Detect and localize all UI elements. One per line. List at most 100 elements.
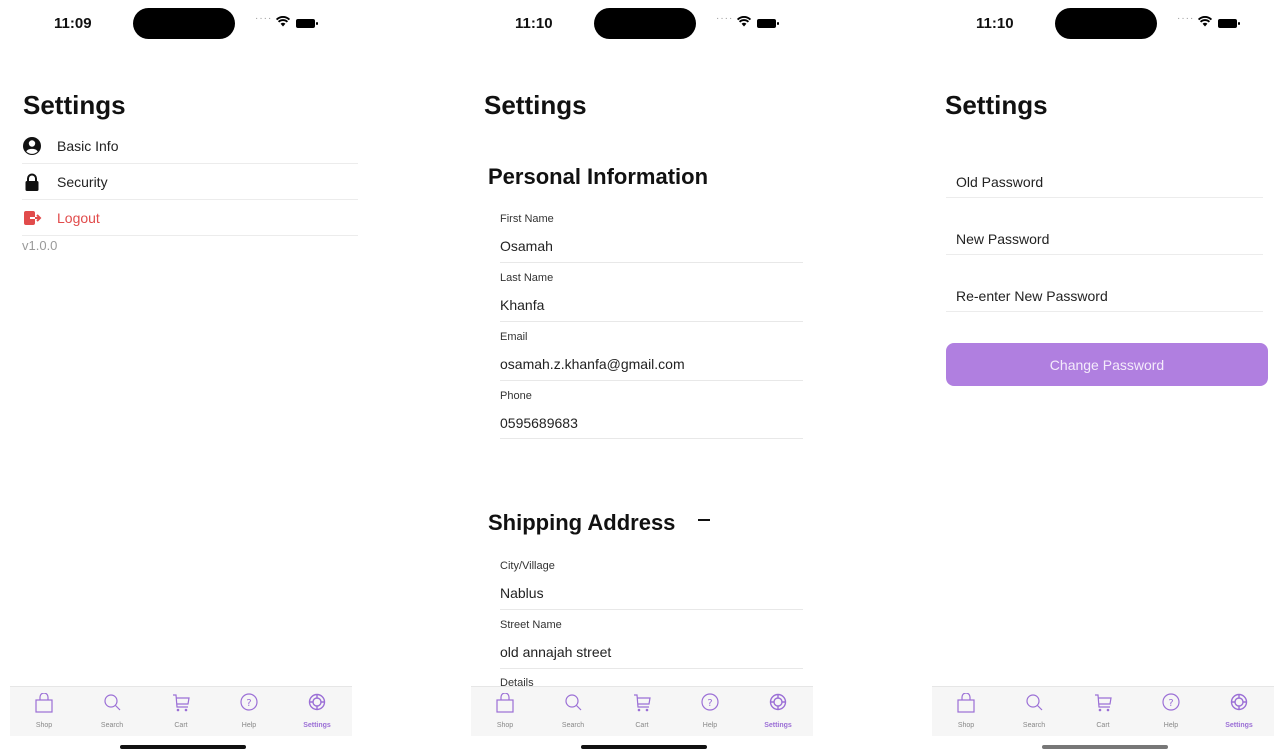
phone-field[interactable]: 0595689683 [500,415,578,431]
home-indicator[interactable] [1042,745,1168,749]
status-time: 11:10 [515,15,553,32]
tab-settings[interactable]: Settings [1209,691,1269,733]
cart-icon [634,694,651,712]
signal-icon: ···· [716,13,734,24]
battery-icon [757,19,779,28]
tab-help[interactable]: ? Help [219,691,279,733]
cart-icon [173,694,190,712]
wifi-icon [1198,16,1212,27]
settings-icon [769,693,787,711]
tab-label: Search [100,722,124,729]
first-name-field[interactable]: Osamah [500,238,553,254]
tab-label: Settings [1225,722,1253,729]
tab-help[interactable]: ? Help [1141,691,1201,733]
city-label: City/Village [500,560,555,572]
menu-item-security[interactable]: Security [22,164,358,200]
tab-cart[interactable]: Cart [1073,691,1133,733]
tab-label: Help [241,722,257,729]
tab-search[interactable]: Search [82,691,142,733]
change-password-button[interactable]: Change Password [946,343,1268,386]
street-field[interactable]: old annajah street [500,644,611,660]
tab-cart[interactable]: Cart [151,691,211,733]
email-label: Email [500,331,528,343]
security-screen: 11:10 ···· Settings Old Password New Pas… [922,0,1282,751]
page-title: Settings [484,90,587,120]
home-indicator[interactable] [581,745,707,749]
tab-search[interactable]: Search [543,691,603,733]
collapse-icon[interactable] [698,519,710,521]
first-name-label: First Name [500,213,554,225]
tab-label: Settings [303,722,331,729]
home-indicator[interactable] [120,745,246,749]
old-password-field[interactable]: Old Password [946,158,1263,198]
divider [500,321,803,322]
signal-icon: ···· [255,13,273,24]
settings-icon [1230,693,1248,711]
svg-text:?: ? [246,698,251,709]
cart-icon [1095,694,1112,712]
tab-label: Help [702,722,718,729]
tab-label: Cart [174,722,188,729]
tab-label: Shop [496,722,514,729]
bag-icon [496,693,514,713]
user-circle-icon [23,137,41,155]
last-name-field[interactable]: Khanfa [500,297,544,313]
settings-menu-screen: 11:09 ···· Settings Basic Info Security … [0,0,360,751]
svg-text:?: ? [1168,698,1173,709]
menu-item-basic-info[interactable]: Basic Info [22,128,358,164]
settings-icon [308,693,326,711]
new-password-field[interactable]: New Password [946,215,1263,255]
wifi-icon [276,16,290,27]
help-icon: ? [701,693,719,711]
dynamic-island [1055,8,1157,39]
tab-label: Cart [635,722,649,729]
wifi-icon [737,16,751,27]
status-bar: 11:10 ···· [461,0,821,46]
tab-settings[interactable]: Settings [748,691,808,733]
email-field[interactable]: osamah.z.khanfa@gmail.com [500,356,685,372]
logout-icon [24,211,42,225]
confirm-password-placeholder: Re-enter New Password [956,288,1108,304]
menu-item-label: Basic Info [57,138,119,154]
app-version: v1.0.0 [22,238,58,253]
tab-settings[interactable]: Settings [287,691,347,733]
divider [500,380,803,381]
menu-item-label: Security [57,174,108,190]
dynamic-island [133,8,235,39]
tab-shop[interactable]: Shop [475,691,535,733]
personal-info-title: Personal Information [488,164,709,189]
tab-label: Shop [957,722,975,729]
tab-label: Search [561,722,585,729]
bag-icon [35,693,53,713]
tab-bar: Shop Search Cart ? Help Settings [932,686,1274,736]
tab-label: Shop [35,722,53,729]
tab-shop[interactable]: Shop [14,691,74,733]
battery-icon [1218,19,1240,28]
tab-shop[interactable]: Shop [936,691,996,733]
signal-icon: ···· [1177,13,1195,24]
phone-label: Phone [500,390,532,402]
status-bar: 11:09 ···· [0,0,360,46]
help-icon: ? [240,693,258,711]
tab-label: Search [1022,722,1046,729]
status-time: 11:10 [976,15,1014,32]
tab-label: Cart [1096,722,1110,729]
tab-help[interactable]: ? Help [680,691,740,733]
tab-search[interactable]: Search [1004,691,1064,733]
battery-icon [296,19,318,28]
lock-icon [25,173,39,191]
tab-cart[interactable]: Cart [612,691,672,733]
tab-label: Settings [764,722,792,729]
tab-bar: Shop Search Cart ? Help Settings [471,686,813,736]
menu-item-logout[interactable]: Logout [22,200,358,236]
menu-item-label: Logout [57,210,100,226]
divider [500,262,803,263]
divider [500,609,803,610]
page-title: Settings [945,90,1048,120]
basic-info-screen: 11:10 ···· Settings Personal Information… [461,0,821,751]
city-field[interactable]: Nablus [500,585,544,601]
confirm-password-field[interactable]: Re-enter New Password [946,272,1263,312]
tab-bar: Shop Search Cart ? Help Settings [10,686,352,736]
last-name-label: Last Name [500,272,554,284]
shipping-address-title: Shipping Address [488,510,676,535]
